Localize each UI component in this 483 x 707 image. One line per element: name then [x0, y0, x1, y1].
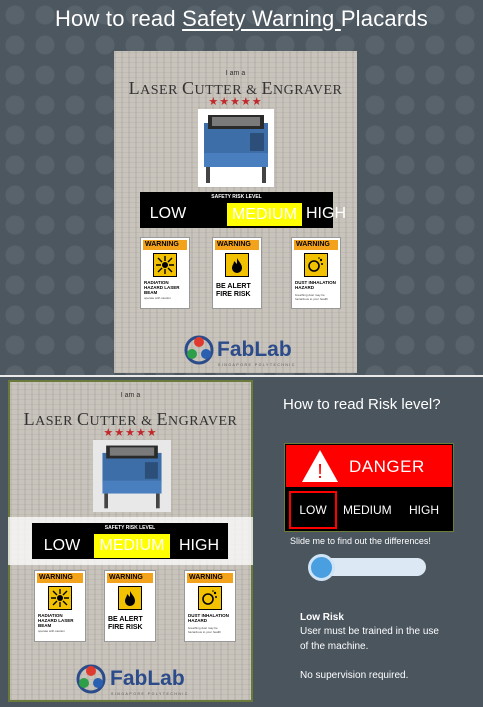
warning-triangle-icon: !: [302, 450, 338, 483]
risk-level-strip: SAFETY RISK LEVEL LOW MEDIUM HIGH: [140, 192, 346, 228]
risk-description-title: Low Risk: [300, 612, 344, 623]
svg-text:!: !: [317, 461, 323, 483]
warning-card-dust-copy: WARNING DUST INHALATION HAZARD breathing…: [184, 570, 236, 642]
dust-warning-icon: [198, 586, 222, 610]
level-low: LOW: [289, 491, 337, 529]
warning-card-laser: WARNING RADIATION HAZARD LASER BEAM oper…: [140, 237, 190, 309]
laser-cutter-icon: [102, 445, 162, 509]
dust-warning-icon: [304, 253, 328, 277]
placard-intro: I am a: [225, 70, 246, 77]
risk-high: HIGH: [306, 205, 346, 222]
danger-label: DANGER: [349, 457, 425, 476]
fablab-logo-sub: SINGAPORE POLYTECHNIC: [218, 363, 296, 367]
level-high: HIGH: [409, 503, 439, 517]
fablab-logo-text: FabLab: [217, 338, 292, 361]
risk-description-text: User must be trained in the use of the m…: [300, 626, 439, 652]
machine-photo: [198, 109, 274, 187]
fire-warning-icon: [118, 586, 142, 610]
fablab-logo-icon: [76, 664, 106, 694]
placard-stars: ★★★★★: [208, 96, 263, 108]
safety-placard: I am a LASER CUTTER & ENGRAVER ★★★★★ SAF…: [114, 51, 357, 373]
laser-warning-icon: [153, 253, 177, 277]
danger-header: ! DANGER: [286, 445, 452, 487]
warning-card-fire-copy: WARNING BE ALERT FIRE RISK: [104, 570, 156, 642]
page-title: How to read Safety Warning Placards: [54, 6, 429, 31]
warning-card-fire: WARNING BE ALERT FIRE RISK: [212, 237, 262, 309]
risk-level-strip-copy: SAFETY RISK LEVEL LOW MEDIUM HIGH: [32, 523, 228, 559]
intro-slide: How to read Safety Warning Placards I am…: [0, 0, 483, 376]
machine-photo-copy: [93, 440, 171, 512]
danger-risk-box: ! DANGER LOW MEDIUM HIGH: [284, 443, 454, 532]
laser-warning-icon: [48, 586, 72, 610]
fire-warning-icon: [225, 253, 249, 277]
fablab-logo-icon: [184, 335, 214, 365]
level-medium: MEDIUM: [343, 503, 392, 517]
slider-hint: Slide me to find out the differences!: [290, 536, 431, 546]
warning-card-laser-copy: WARNING RADIATION HAZARD LASER BEAM oper…: [34, 570, 86, 642]
risk-slider-thumb[interactable]: [308, 554, 335, 581]
risk-medium: MEDIUM: [227, 203, 302, 226]
warning-card-dust: WARNING DUST INHALATION HAZARD breathing…: [291, 237, 341, 309]
risk-low: LOW: [149, 205, 187, 222]
risk-panel-title: How to read Risk level?: [283, 396, 441, 413]
fablab-logo-text: FabLab: [110, 667, 185, 690]
laser-cutter-icon: [204, 115, 268, 183]
risk-description-note: No supervision required.: [300, 670, 409, 681]
